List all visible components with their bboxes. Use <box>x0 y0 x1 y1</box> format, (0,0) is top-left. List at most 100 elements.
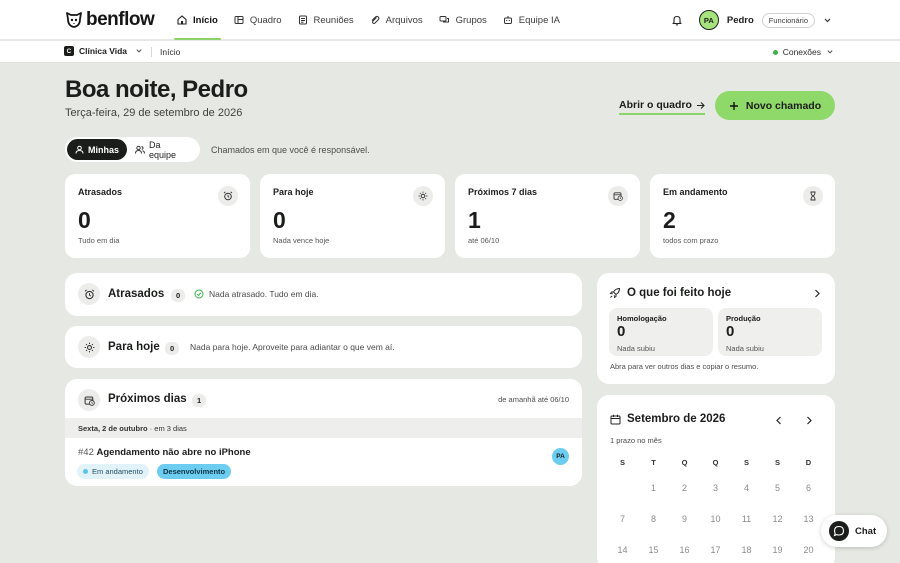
calendar-day[interactable]: 3 <box>700 472 731 503</box>
calendar-day <box>607 472 638 503</box>
stat-value: 2 <box>663 207 676 233</box>
calendar-day[interactable]: 15 <box>638 534 669 563</box>
count-badge: 0 <box>171 289 186 302</box>
calendar-day[interactable]: 12 <box>762 503 793 534</box>
stat-card-today[interactable]: Para hoje 0 Nada vence hoje <box>260 174 445 258</box>
brand-logo[interactable]: benflow <box>64 9 155 31</box>
sun-icon <box>78 336 100 358</box>
user-name[interactable]: Pedro <box>727 15 754 26</box>
filter-team-label: Da equipe <box>149 139 177 160</box>
tab-label: Grupos <box>455 14 487 26</box>
calendar-day[interactable]: 18 <box>731 534 762 563</box>
tab-inicio[interactable]: Início <box>170 0 225 40</box>
calendar-day[interactable]: 10 <box>700 503 731 534</box>
chevron-down-icon <box>826 48 834 56</box>
count-badge: 0 <box>165 342 180 355</box>
tab-equipe-ia[interactable]: Equipe IA <box>496 0 567 40</box>
calendar-day[interactable]: 7 <box>607 503 638 534</box>
calendar-day[interactable]: 6 <box>793 472 824 503</box>
calendar-icon <box>610 414 621 425</box>
stat-card-in-progress[interactable]: Em andamento 2 todos com prazo <box>650 174 835 258</box>
chevron-right-icon[interactable] <box>805 416 813 425</box>
card-hint: Abra para ver outros dias e copiar o res… <box>610 362 759 371</box>
current-date: Terça-feira, 29 de setembro de 2026 <box>65 107 243 119</box>
done-today-card[interactable]: O que foi feito hoje Homologação 0 Nada … <box>597 273 835 384</box>
stat-label: Para hoje <box>273 187 314 197</box>
ticket-title: Agendamento não abre no iPhone <box>96 447 251 458</box>
stat-subtitle: Tudo em dia <box>78 236 120 245</box>
groups-icon <box>439 15 450 25</box>
status-label: Em andamento <box>92 467 143 476</box>
calendar-day[interactable]: 20 <box>793 534 824 563</box>
tab-arquivos[interactable]: Arquivos <box>363 0 430 40</box>
tab-reunioes[interactable]: Reuniões <box>291 0 361 40</box>
open-board-label: Abrir o quadro <box>619 99 692 111</box>
stage-subtitle: Nada subiu <box>617 344 655 353</box>
stage-value: 0 <box>726 323 735 340</box>
stat-card-overdue[interactable]: Atrasados 0 Tudo em dia <box>65 174 250 258</box>
section-message: Nada atrasado. Tudo em dia. <box>209 289 319 299</box>
stage-subtitle: Nada subiu <box>726 344 764 353</box>
overdue-section[interactable]: Atrasados 0 Nada atrasado. Tudo em dia. <box>65 273 582 316</box>
filter-mine-label: Minhas <box>88 144 120 155</box>
ticket-row[interactable]: #42 Agendamento não abre no iPhone <box>78 447 251 458</box>
stat-value: 1 <box>468 207 481 233</box>
ticket-id: #42 <box>78 447 94 458</box>
stage-label: Homologação <box>617 314 667 323</box>
connections-menu[interactable]: Conexões <box>772 47 834 57</box>
calendar-clock-icon <box>78 389 100 411</box>
stat-subtitle: todos com prazo <box>663 236 719 245</box>
stat-subtitle: Nada vence hoje <box>273 236 330 245</box>
calendar-month: Setembro de 2026 <box>627 413 726 425</box>
status-dot <box>83 469 88 474</box>
sun-icon <box>413 186 433 206</box>
stat-label: Em andamento <box>663 187 728 197</box>
weekday-row: S T Q Q S S D <box>607 452 824 472</box>
stage-box-producao: Produção 0 Nada subiu <box>718 308 822 356</box>
tab-label: Arquivos <box>385 14 423 26</box>
calendar-day[interactable]: 4 <box>731 472 762 503</box>
calendar-card: Setembro de 2026 1 prazo no mês S T Q Q … <box>597 395 835 563</box>
tab-quadro[interactable]: Quadro <box>227 0 289 40</box>
filter-mine[interactable]: Minhas <box>67 139 128 160</box>
status-badge: Em andamento <box>77 464 149 479</box>
open-board-link[interactable]: Abrir o quadro <box>619 99 705 115</box>
calendar-day[interactable]: 19 <box>762 534 793 563</box>
calendar-day[interactable]: 17 <box>700 534 731 563</box>
notification-bell-icon[interactable] <box>671 14 683 26</box>
chevron-right-icon[interactable] <box>813 289 821 298</box>
chevron-down-icon[interactable] <box>823 16 832 25</box>
new-ticket-button[interactable]: Novo chamado <box>715 91 835 120</box>
calendar-day[interactable]: 5 <box>762 472 793 503</box>
calendar-day[interactable]: 13 <box>793 503 824 534</box>
chat-label: Chat <box>855 525 877 537</box>
calendar-day[interactable]: 1 <box>638 472 669 503</box>
stat-value: 0 <box>78 207 91 233</box>
board-icon <box>234 15 244 25</box>
calendar-day[interactable]: 16 <box>669 534 700 563</box>
tab-label: Quadro <box>249 14 282 26</box>
calendar-day[interactable]: 2 <box>669 472 700 503</box>
filter-hint: Chamados em que você é responsável. <box>211 145 370 155</box>
today-section[interactable]: Para hoje 0 Nada para hoje. Aproveite pa… <box>65 326 582 368</box>
hourglass-icon <box>803 186 823 206</box>
tab-grupos[interactable]: Grupos <box>432 0 494 40</box>
filter-team[interactable]: Da equipe <box>127 139 198 160</box>
calendar-day[interactable]: 11 <box>731 503 762 534</box>
home-icon <box>177 15 187 25</box>
weekday: T <box>651 457 656 467</box>
calendar-day[interactable]: 8 <box>638 503 669 534</box>
calendar-day[interactable]: 14 <box>607 534 638 563</box>
chat-button[interactable]: Chat <box>821 515 887 547</box>
calendar-day[interactable]: 9 <box>669 503 700 534</box>
breadcrumb-separator <box>151 47 152 57</box>
new-ticket-label: Novo chamado <box>745 99 822 112</box>
chevron-left-icon[interactable] <box>775 416 783 425</box>
clinic-selector[interactable]: C Clínica Vida <box>64 46 143 56</box>
breadcrumb[interactable]: Início <box>160 47 180 57</box>
user-avatar[interactable]: PA <box>698 10 719 30</box>
user-icon <box>75 145 84 154</box>
tab-label: Reuniões <box>313 14 354 26</box>
stat-card-next-7-days[interactable]: Próximos 7 dias 1 até 06/10 <box>455 174 640 258</box>
sub-bar: C Clínica Vida Início Conexões <box>0 41 900 63</box>
